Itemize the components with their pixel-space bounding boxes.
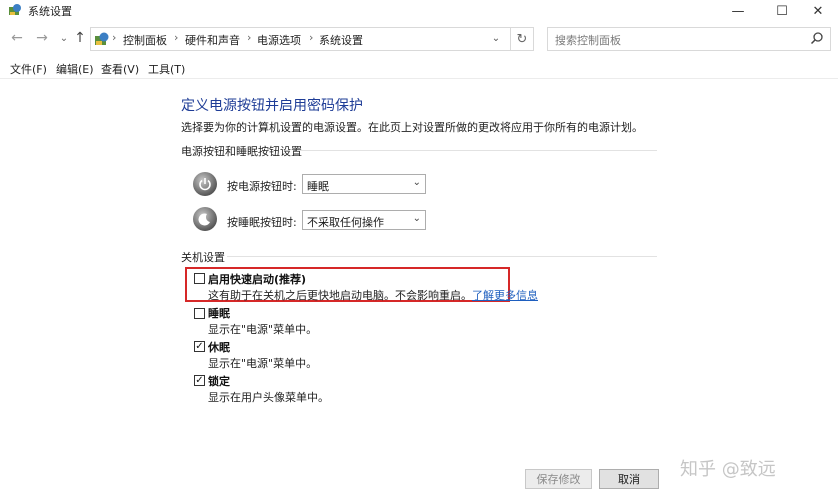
breadcrumb-separator: › [174, 31, 179, 44]
save-button[interactable]: 保存修改 [525, 469, 592, 489]
hibernate-label[interactable]: 休眠 [208, 339, 230, 355]
hibernate-description: 显示在"电源"菜单中。 [208, 357, 318, 370]
search-icon[interactable] [810, 31, 824, 45]
lock-label[interactable]: 锁定 [208, 373, 230, 389]
fast-startup-checkbox[interactable] [194, 273, 205, 284]
breadcrumb-system-settings[interactable]: 系统设置 [319, 32, 363, 48]
close-button[interactable]: ✕ [798, 0, 838, 22]
lock-checkbox[interactable]: ✓ [194, 375, 205, 386]
power-section-title: 电源按钮和睡眠按钮设置 [181, 145, 302, 158]
breadcrumb-control-panel[interactable]: 控制面板 [123, 32, 167, 48]
menu-view[interactable]: 查看(V) [101, 61, 139, 77]
back-arrow-icon[interactable]: ← [8, 28, 26, 48]
sleep-button-label: 按睡眠按钮时: [227, 216, 297, 229]
lock-description: 显示在用户头像菜单中。 [208, 391, 329, 404]
window-title: 系统设置 [28, 5, 72, 18]
section-divider [297, 150, 657, 151]
sleep-button-icon [193, 207, 217, 231]
fast-startup-label[interactable]: 启用快速启动(推荐) [208, 271, 306, 287]
power-button-icon [193, 172, 217, 196]
search-input[interactable]: 搜索控制面板 [547, 27, 831, 51]
menu-file[interactable]: 文件(F) [10, 61, 47, 77]
address-bar[interactable]: › 控制面板 › 硬件和声音 › 电源选项 › 系统设置 ⌄ [90, 27, 534, 51]
sleep-button-select[interactable]: 不采取任何操作 ⌄ [302, 210, 426, 230]
chevron-down-icon: ⌄ [412, 177, 421, 188]
power-button-select[interactable]: 睡眠 ⌄ [302, 174, 426, 194]
hibernate-checkbox[interactable]: ✓ [194, 341, 205, 352]
page-title: 定义电源按钮并启用密码保护 [181, 98, 363, 114]
shutdown-section-title: 关机设置 [181, 251, 225, 264]
page-description: 选择要为你的计算机设置的电源设置。在此页上对设置所做的更改将应用于你所有的电源计… [181, 121, 643, 134]
title-bar: 系统设置 — ☐ ✕ [0, 0, 838, 22]
breadcrumb-power-options[interactable]: 电源选项 [257, 32, 301, 48]
breadcrumb-separator: › [247, 31, 252, 44]
learn-more-link[interactable]: 了解更多信息 [472, 289, 538, 302]
menu-tools[interactable]: 工具(T) [148, 61, 185, 77]
forward-arrow-icon[interactable]: → [33, 28, 51, 48]
sleep-checkbox[interactable] [194, 308, 205, 319]
sleep-description: 显示在"电源"菜单中。 [208, 323, 318, 336]
breadcrumb-hardware-sound[interactable]: 硬件和声音 [185, 32, 240, 48]
control-panel-icon [9, 4, 21, 15]
chevron-down-icon[interactable]: ⌄ [489, 31, 503, 45]
maximize-button[interactable]: ☐ [762, 0, 802, 22]
power-button-value: 睡眠 [307, 180, 329, 193]
breadcrumb-separator: › [112, 31, 117, 44]
control-panel-icon [95, 32, 109, 45]
menu-divider [0, 78, 838, 79]
breadcrumb-separator: › [309, 31, 314, 44]
power-button-label: 按电源按钮时: [227, 180, 297, 193]
menu-edit[interactable]: 编辑(E) [56, 61, 94, 77]
chevron-down-icon: ⌄ [412, 213, 421, 224]
up-arrow-icon[interactable]: ↑ [71, 28, 89, 48]
fast-startup-description: 这有助于在关机之后更快地启动电脑。不会影响重启。了解更多信息 [208, 289, 538, 302]
sleep-label[interactable]: 睡眠 [208, 305, 230, 321]
cancel-button[interactable]: 取消 [599, 469, 659, 489]
watermark: 知乎 @致远 [680, 459, 776, 480]
search-placeholder: 搜索控制面板 [555, 34, 621, 47]
minimize-button[interactable]: — [718, 0, 758, 22]
refresh-icon[interactable]: ↻ [510, 27, 534, 51]
section-divider [227, 256, 657, 257]
sleep-button-value: 不采取任何操作 [307, 216, 384, 229]
checkmark-icon: ✓ [195, 341, 204, 352]
checkmark-icon: ✓ [195, 375, 204, 386]
